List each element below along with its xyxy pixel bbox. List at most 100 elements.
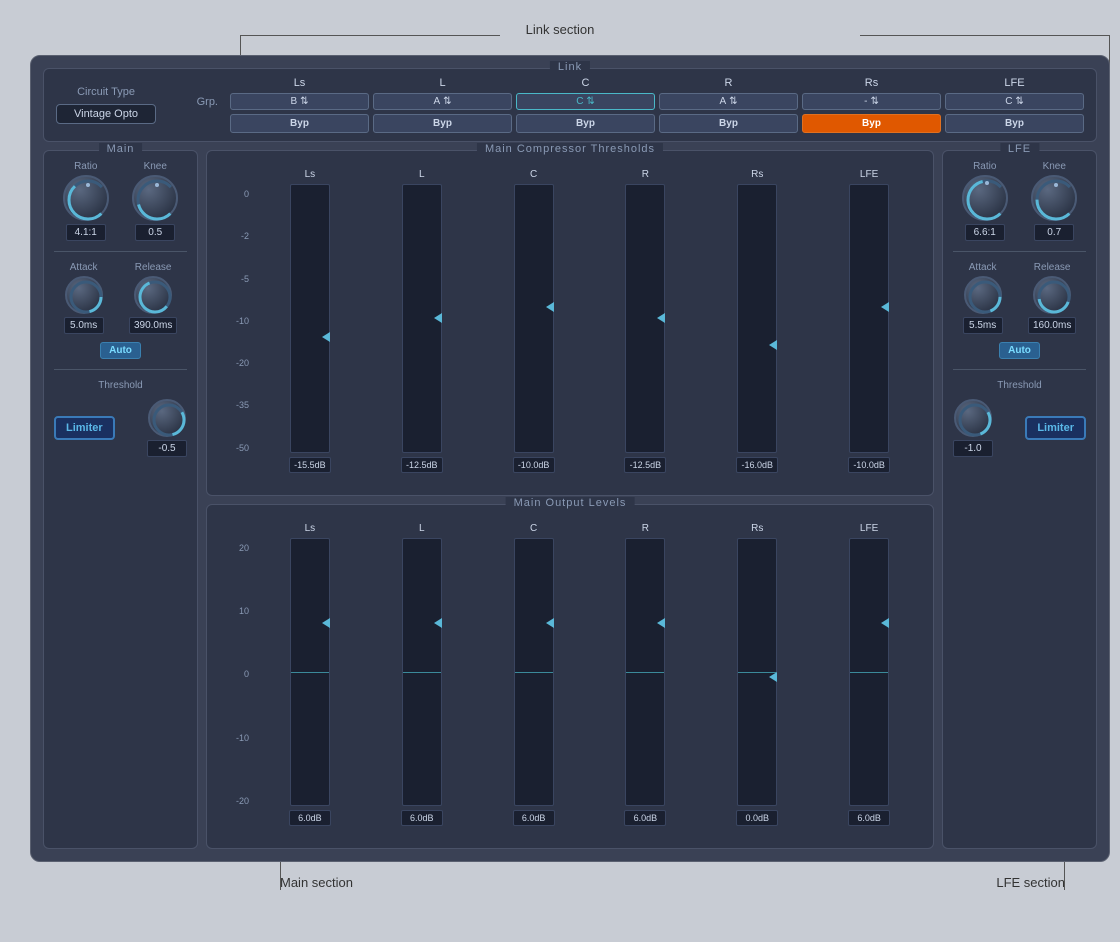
- comp-ch-lfe-label: LFE: [860, 169, 878, 180]
- byp-btn-c[interactable]: Byp: [516, 114, 655, 133]
- byp-btn-lfe[interactable]: Byp: [945, 114, 1084, 133]
- lfe-attack-label: Attack: [969, 262, 997, 273]
- lfe-ratio-knob[interactable]: [962, 175, 1008, 221]
- out-handle-rs[interactable]: [769, 672, 777, 682]
- comp-value-r: -12.5dB: [624, 457, 666, 473]
- ratio-label: Ratio: [74, 161, 97, 172]
- out-fader-rs[interactable]: [737, 538, 777, 807]
- out-value-l: 6.0dB: [401, 810, 443, 826]
- out-fader-l[interactable]: [402, 538, 442, 807]
- lfe-vert-line: [1064, 860, 1065, 890]
- comp-ch-c-label: C: [530, 169, 537, 180]
- grp-selector-r[interactable]: A ⇅: [659, 93, 798, 110]
- lfe-knee-knob[interactable]: [1031, 175, 1077, 221]
- output-faders-grid: 20 10 0 -10 -20 Ls: [217, 523, 923, 827]
- byp-btn-l[interactable]: Byp: [373, 114, 512, 133]
- comp-handle-l[interactable]: [434, 313, 442, 323]
- comp-ch-l: L -12.5dB: [368, 169, 476, 473]
- scale-5: -5: [217, 274, 252, 284]
- lfe-release-knob[interactable]: [1033, 276, 1071, 314]
- scale-50: -50: [217, 443, 252, 453]
- knee-value: 0.5: [135, 224, 175, 241]
- threshold-knob-group: -0.5: [147, 399, 187, 457]
- out-value-ls: 6.0dB: [289, 810, 331, 826]
- out-handle-l[interactable]: [434, 618, 442, 628]
- out-fader-r[interactable]: [625, 538, 665, 807]
- comp-value-lfe: -10.0dB: [848, 457, 890, 473]
- comp-value-l: -12.5dB: [401, 457, 443, 473]
- comp-fader-rs[interactable]: [737, 184, 777, 453]
- release-knob[interactable]: [134, 276, 172, 314]
- attack-group: Attack 5.0ms: [64, 262, 104, 334]
- lfe-threshold-value: -1.0: [953, 440, 993, 457]
- out-ch-rs-label: Rs: [751, 523, 763, 534]
- ratio-knob[interactable]: [63, 175, 109, 221]
- grp-selector-l[interactable]: A ⇅: [373, 93, 512, 110]
- out-handle-ls[interactable]: [322, 618, 330, 628]
- main-auto-btn[interactable]: Auto: [100, 342, 141, 359]
- comp-fader-c[interactable]: [514, 184, 554, 453]
- lfe-threshold-knob[interactable]: [954, 399, 992, 437]
- out-value-r: 6.0dB: [624, 810, 666, 826]
- out-ch-lfe: LFE 6.0dB: [815, 523, 923, 827]
- byp-btn-ls[interactable]: Byp: [230, 114, 369, 133]
- main-section-annotation: Main section: [280, 875, 353, 890]
- ch-header-ls: Ls: [230, 77, 369, 89]
- grp-selector-rs[interactable]: - ⇅: [802, 93, 941, 110]
- release-group: Release 390.0ms: [129, 262, 177, 334]
- out-zero-l: [403, 672, 441, 673]
- byp-btn-rs[interactable]: Byp: [802, 114, 941, 133]
- grp-selector-c[interactable]: C ⇅: [516, 93, 655, 110]
- comp-fader-l[interactable]: [402, 184, 442, 453]
- comp-value-rs: -16.0dB: [736, 457, 778, 473]
- out-zero-lfe: [850, 672, 888, 673]
- lfe-section: LFE Ratio 6.6:1: [942, 150, 1097, 849]
- byp-btn-r[interactable]: Byp: [659, 114, 798, 133]
- out-ch-l-label: L: [419, 523, 425, 534]
- grp-selector-ls[interactable]: B ⇅: [230, 93, 369, 110]
- out-scale-10: 10: [217, 606, 252, 616]
- release-value: 390.0ms: [129, 317, 177, 334]
- out-value-lfe: 6.0dB: [848, 810, 890, 826]
- lfe-attack-release-row: Attack 5.5ms Release: [953, 262, 1086, 334]
- ratio-knob-dot: [86, 183, 90, 187]
- compressor-section: Main Compressor Thresholds 0 -2 -5 -10 -…: [206, 150, 934, 496]
- comp-fader-lfe[interactable]: [849, 184, 889, 453]
- comp-value-ls: -15.5dB: [289, 457, 331, 473]
- lfe-attack-knob[interactable]: [964, 276, 1002, 314]
- out-zero-c: [515, 672, 553, 673]
- knee-group: Knee 0.5: [132, 161, 178, 241]
- comp-fader-r[interactable]: [625, 184, 665, 453]
- out-fader-c[interactable]: [514, 538, 554, 807]
- out-handle-c[interactable]: [546, 618, 554, 628]
- comp-handle-r[interactable]: [657, 313, 665, 323]
- lfe-divider-2: [953, 369, 1086, 370]
- out-scale-20dn: -20: [217, 796, 252, 806]
- compressor-scale: 0 -2 -5 -10 -20 -35 -50: [217, 169, 252, 473]
- lfe-limiter-btn[interactable]: Limiter: [1025, 416, 1086, 440]
- lfe-threshold-section-label: Threshold: [953, 380, 1086, 391]
- out-ch-rs: Rs 0.0dB: [703, 523, 811, 827]
- comp-handle-rs[interactable]: [769, 340, 777, 350]
- comp-ch-r: R -12.5dB: [592, 169, 700, 473]
- attack-knob[interactable]: [65, 276, 103, 314]
- circuit-type-select[interactable]: Vintage Opto Clean FET: [56, 104, 156, 124]
- output-scale: 20 10 0 -10 -20: [217, 523, 252, 827]
- out-fader-ls[interactable]: [290, 538, 330, 807]
- grp-selector-lfe[interactable]: C ⇅: [945, 93, 1084, 110]
- comp-handle-ls[interactable]: [322, 332, 330, 342]
- comp-handle-c[interactable]: [546, 302, 554, 312]
- main-limiter-btn[interactable]: Limiter: [54, 416, 115, 440]
- out-handle-r[interactable]: [657, 618, 665, 628]
- out-handle-lfe[interactable]: [881, 618, 889, 628]
- out-ch-lfe-label: LFE: [860, 523, 878, 534]
- lfe-auto-btn[interactable]: Auto: [999, 342, 1040, 359]
- threshold-knob[interactable]: [148, 399, 186, 437]
- comp-fader-ls[interactable]: [290, 184, 330, 453]
- knee-knob[interactable]: [132, 175, 178, 221]
- out-fader-lfe[interactable]: [849, 538, 889, 807]
- channels-grid: Ls L C R Rs LFE Grp. B ⇅ A ⇅ C ⇅ A ⇅ - ⇅…: [176, 77, 1084, 133]
- comp-ch-rs: Rs -16.0dB: [703, 169, 811, 473]
- lfe-ratio-knob-dot: [985, 181, 989, 185]
- comp-handle-lfe[interactable]: [881, 302, 889, 312]
